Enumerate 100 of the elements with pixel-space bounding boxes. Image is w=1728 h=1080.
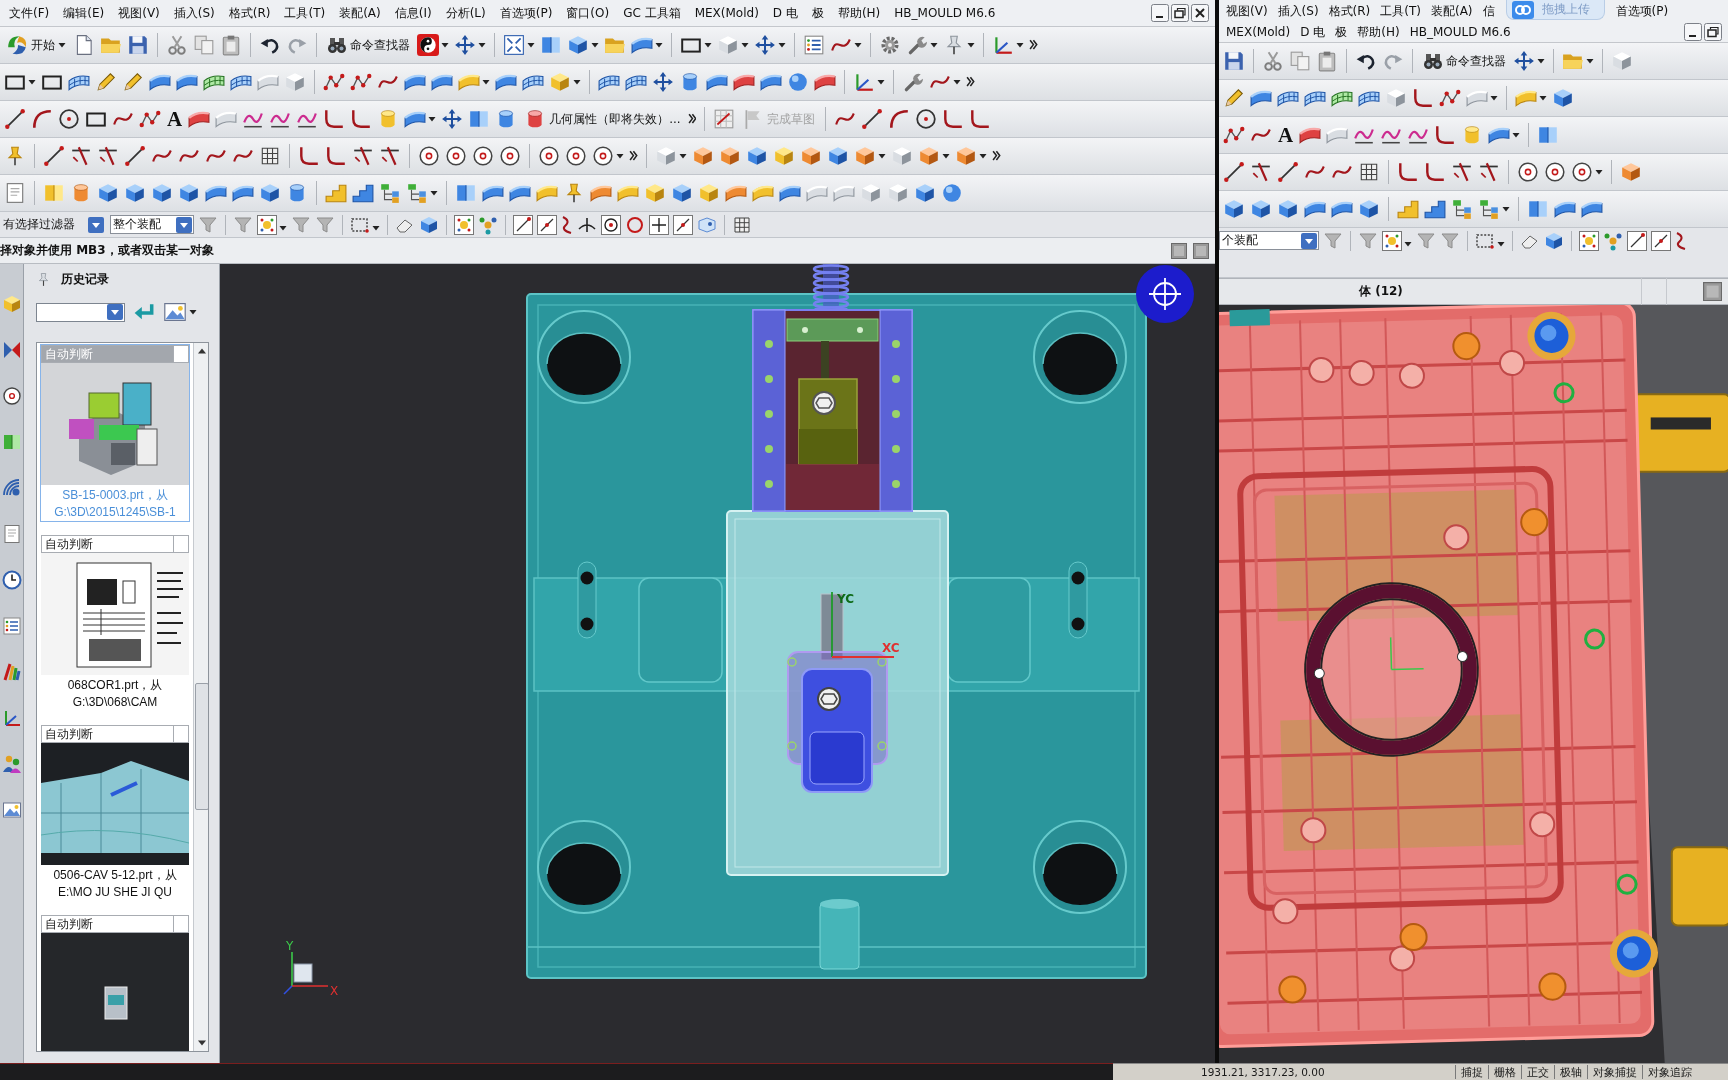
selection-box-icon[interactable] [350, 215, 370, 235]
menu-item[interactable]: 编辑(E) [56, 4, 112, 22]
minimize-button[interactable] [1151, 4, 1169, 22]
landscape-picture-icon[interactable] [163, 300, 187, 324]
cube-icon[interactable] [1358, 198, 1380, 220]
cube-icon[interactable] [1611, 50, 1633, 72]
menu-item[interactable]: D 电 [1295, 22, 1331, 41]
plus-box-icon[interactable] [649, 215, 669, 235]
steps-icon[interactable] [325, 182, 347, 204]
line-endpoint-icon[interactable] [513, 215, 533, 235]
caret-icon[interactable] [978, 152, 987, 160]
scissors-icon[interactable] [1262, 50, 1284, 72]
cube-icon[interactable] [954, 145, 977, 167]
cube-icon[interactable] [1223, 198, 1245, 220]
split-panel-icon[interactable] [1, 432, 22, 452]
list-icon[interactable] [1, 616, 22, 636]
close-button[interactable] [1191, 4, 1209, 22]
cube-icon[interactable] [284, 71, 306, 93]
corner-arc-icon[interactable] [1397, 161, 1419, 183]
corner-arc-icon[interactable] [1412, 87, 1434, 109]
pencil-icon[interactable] [1223, 87, 1245, 109]
cube-icon[interactable] [178, 182, 200, 204]
chevron-icon[interactable] [966, 75, 975, 89]
clock-icon[interactable] [1, 570, 22, 590]
dropdown-field[interactable] [36, 302, 125, 322]
circle-icon[interactable] [1571, 161, 1593, 183]
signal-arcs-icon[interactable] [1, 478, 22, 498]
dropdown-field[interactable]: 整个装配 [110, 215, 194, 234]
pencil-icon[interactable] [122, 71, 144, 93]
cube-icon[interactable] [1277, 198, 1299, 220]
status-toggle[interactable]: 对象追踪 [1642, 1065, 1697, 1079]
ring-icon[interactable] [625, 215, 645, 235]
chevron-icon[interactable] [687, 112, 697, 126]
cube-icon[interactable] [698, 182, 720, 204]
caret-icon[interactable] [953, 78, 961, 86]
squiggle-icon[interactable] [561, 215, 573, 235]
menu-item[interactable]: 帮助(H) [830, 4, 888, 22]
circle-icon[interactable] [58, 108, 80, 130]
caret-icon[interactable] [591, 41, 599, 49]
save-icon[interactable] [1223, 50, 1245, 72]
menu-item[interactable]: D 电 [765, 4, 805, 22]
chevron-icon[interactable] [991, 149, 1001, 163]
chevron-icon[interactable] [629, 149, 638, 163]
dropdown-caret-icon[interactable] [176, 216, 192, 233]
move-arrows-icon[interactable] [441, 108, 464, 130]
line-midpoint-icon[interactable] [1651, 231, 1671, 251]
menu-item[interactable]: 插入(S) [166, 4, 222, 22]
split-panel-icon[interactable] [540, 34, 562, 56]
circle-icon[interactable] [418, 145, 440, 167]
caret-icon[interactable] [704, 41, 712, 49]
save-icon[interactable] [127, 34, 149, 56]
start-menu-button[interactable]: 开始 [4, 32, 68, 58]
caret-icon[interactable] [678, 152, 687, 160]
caret-icon[interactable] [197, 1039, 207, 1047]
cube-icon[interactable] [718, 145, 741, 167]
cube-icon[interactable] [853, 145, 876, 167]
menu-item[interactable]: 首选项(P) [492, 4, 560, 22]
cube-icon[interactable] [644, 182, 666, 204]
status-toggle[interactable]: 对象捕捉 [1587, 1065, 1642, 1079]
steps-icon[interactable] [352, 182, 374, 204]
cube-icon[interactable] [914, 182, 936, 204]
menu-item[interactable]: 分析(L) [438, 4, 493, 22]
crossing-lines-icon[interactable] [70, 145, 92, 167]
corner-arc-icon[interactable] [325, 145, 347, 167]
caret-up-icon[interactable] [197, 347, 207, 355]
polyline-icon[interactable] [1439, 87, 1461, 109]
caret-icon[interactable] [877, 152, 886, 160]
polyline-icon[interactable] [323, 71, 345, 93]
caret-icon[interactable] [1016, 41, 1024, 49]
caret-icon[interactable] [930, 41, 938, 49]
cube-icon[interactable] [887, 182, 909, 204]
caret-icon[interactable] [741, 41, 749, 49]
menu-item[interactable]: 窗口(O) [559, 4, 617, 22]
caret-icon[interactable] [527, 41, 535, 49]
cube-icon[interactable] [860, 182, 882, 204]
crossing-lines-icon[interactable] [1451, 161, 1473, 183]
squiggle-icon[interactable] [1675, 231, 1687, 251]
caret-icon[interactable] [1512, 131, 1521, 139]
caret-icon[interactable] [1490, 94, 1498, 102]
cube-icon[interactable] [97, 182, 119, 204]
dropdown-caret-icon[interactable] [88, 216, 104, 233]
circle-icon[interactable] [499, 145, 521, 167]
text-tool-button[interactable]: A [166, 106, 184, 132]
menu-item[interactable]: MEX(Mold) [687, 4, 766, 22]
corner-arc-icon[interactable] [942, 108, 965, 130]
node-tree-icon[interactable] [1451, 198, 1473, 220]
caret-icon[interactable] [189, 308, 197, 316]
caret-icon[interactable] [854, 41, 862, 49]
cube-icon[interactable] [745, 145, 768, 167]
restore-button[interactable] [1171, 4, 1189, 22]
polyline-icon[interactable] [139, 108, 161, 130]
command-finder-button[interactable]: 命令查找器 [325, 32, 412, 58]
circle-icon[interactable] [915, 108, 938, 130]
axes-icon[interactable] [853, 71, 875, 93]
menu-item[interactable]: 格式(R) [1323, 1, 1376, 20]
circle-icon[interactable] [472, 145, 494, 167]
menu-item[interactable]: 极 [1330, 22, 1353, 41]
fit-view-icon[interactable] [503, 34, 525, 56]
scrollbar-thumb[interactable] [195, 683, 208, 810]
caret-icon[interactable] [441, 41, 449, 49]
